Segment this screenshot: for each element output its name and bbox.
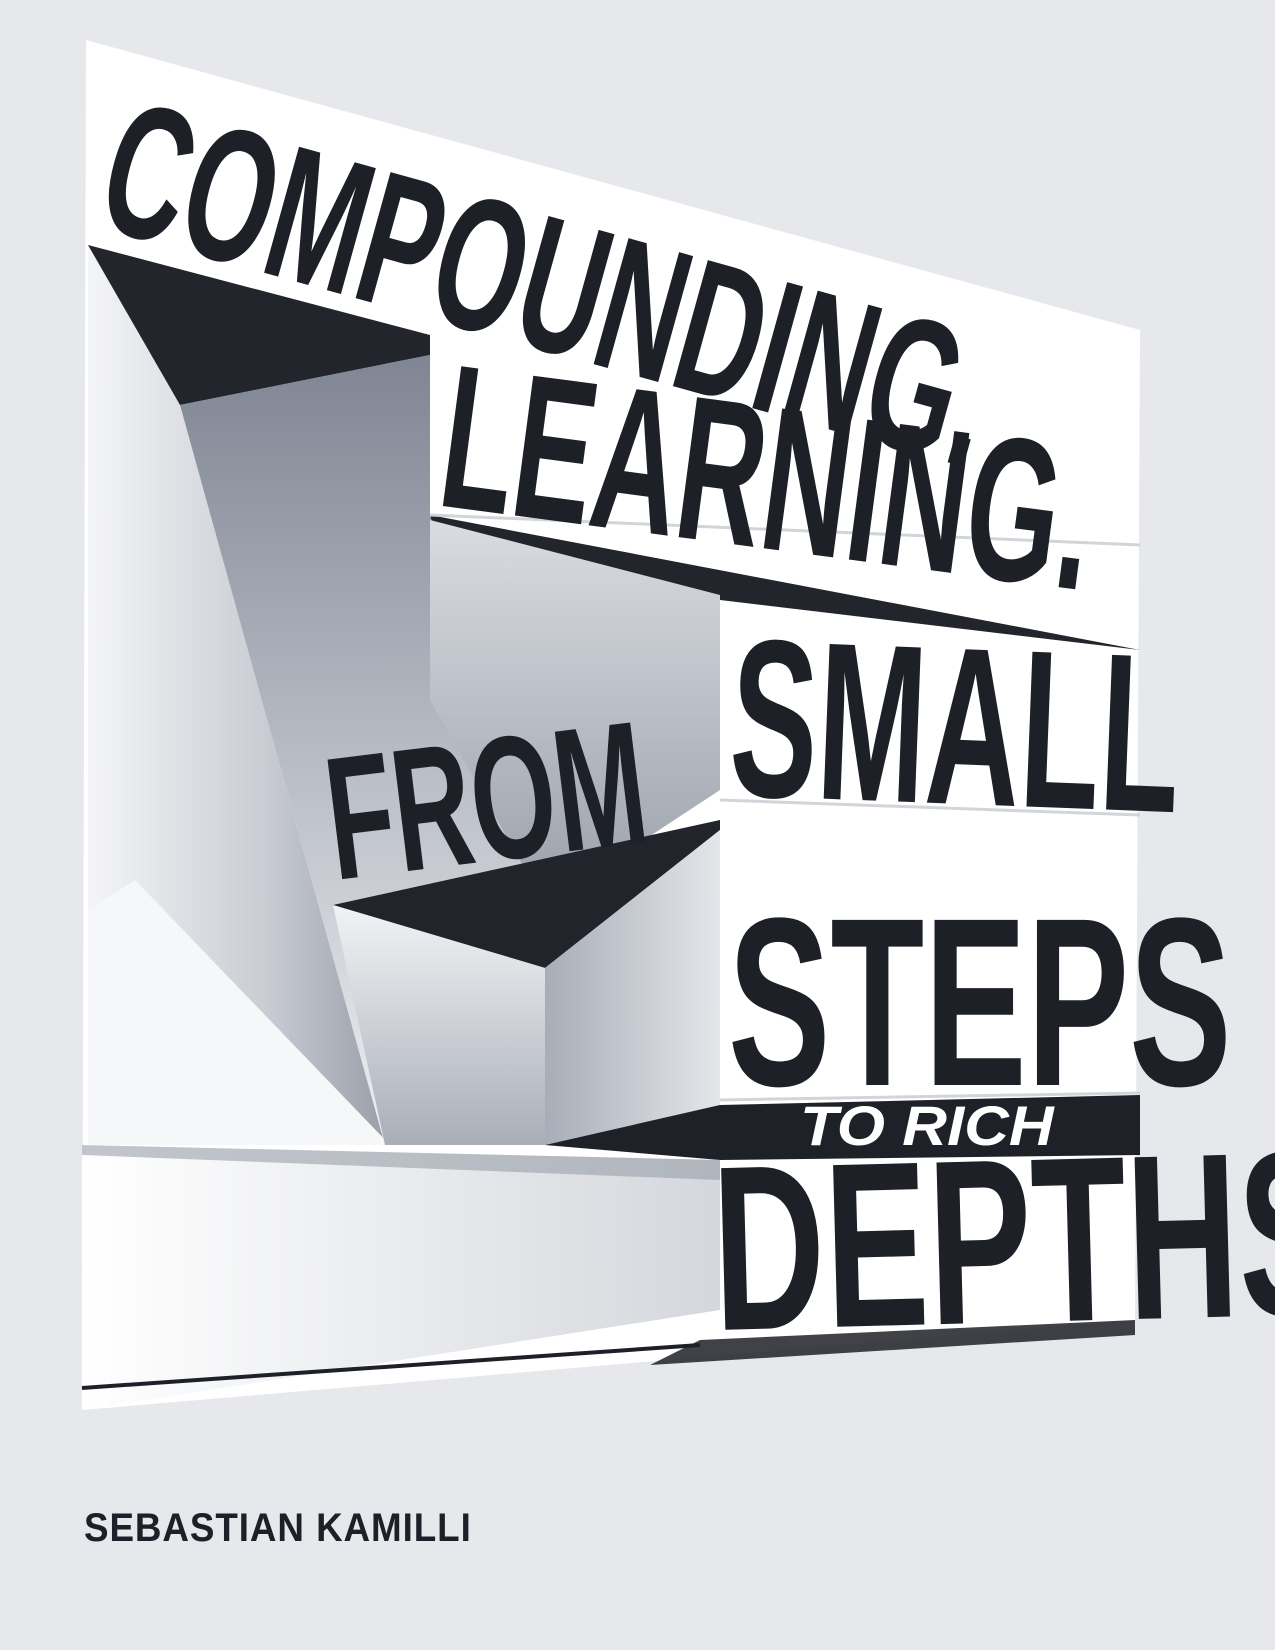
title-line-7: DEPTHS: [709, 1102, 1275, 1380]
title-line-3: FROM: [316, 684, 657, 917]
title-line-4: SMALL: [726, 592, 1185, 860]
cover-artwork: COMPOUNDING. LEARNING. FROM SMALL STEPS …: [81, 40, 1275, 1410]
author-name: SEBASTIAN KAMILLI: [84, 1506, 472, 1550]
book-cover: COMPOUNDING. LEARNING. FROM SMALL STEPS …: [0, 0, 1275, 1650]
